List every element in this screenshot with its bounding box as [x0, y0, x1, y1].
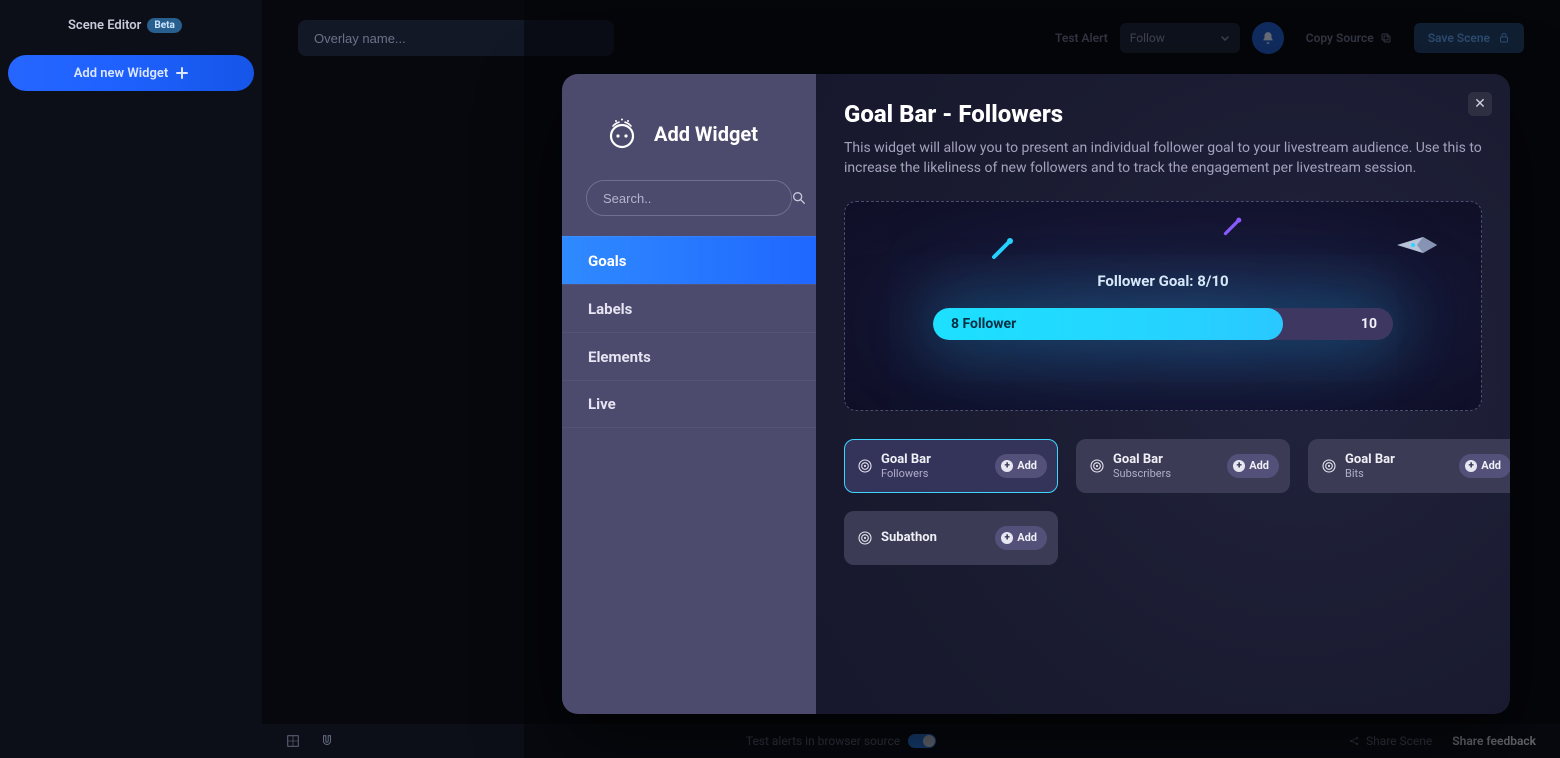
widget-cards: Goal Bar Followers + Add Goal Bar Subscr… — [844, 439, 1482, 565]
plus-icon: + — [1233, 460, 1245, 472]
widget-title: Goal Bar - Followers — [844, 100, 1482, 128]
widget-search-input[interactable] — [601, 190, 781, 207]
add-widget-modal: Add Widget Goals Labels Elements Live — [562, 74, 1510, 714]
test-alert-dropdown-value: Follow — [1130, 31, 1165, 45]
sidebar-item-live[interactable]: Live — [562, 380, 816, 428]
grid-icon[interactable] — [286, 734, 300, 748]
magnet-icon[interactable] — [320, 734, 334, 748]
sidebar-item-labels[interactable]: Labels — [562, 284, 816, 332]
search-icon — [791, 190, 807, 206]
test-alerts-label: Test alerts in browser source — [746, 734, 900, 748]
sidebar-item-label: Elements — [588, 348, 651, 366]
add-new-widget-button[interactable]: Add new Widget — [8, 55, 254, 91]
spaceship-icon — [1395, 232, 1441, 258]
add-widget-button[interactable]: + Add — [995, 526, 1047, 550]
add-new-widget-label: Add new Widget — [74, 66, 169, 81]
plus-icon: + — [1465, 460, 1477, 472]
share-scene-label: Share Scene — [1366, 734, 1432, 748]
card-title: Goal Bar — [881, 452, 987, 467]
add-widget-button[interactable]: + Add — [1459, 454, 1510, 478]
editor-area: Test Alert Follow Copy Source Save Scene — [262, 0, 1560, 758]
add-widget-button[interactable]: + Add — [1227, 454, 1279, 478]
widget-card-subscribers[interactable]: Goal Bar Subscribers + Add — [1076, 439, 1290, 493]
target-icon — [857, 530, 873, 546]
target-icon — [1089, 458, 1105, 474]
plus-icon: + — [1001, 460, 1013, 472]
beta-badge: Beta — [147, 18, 182, 33]
goal-label: Follower Goal: 8/10 — [1097, 272, 1228, 290]
plus-icon: + — [1001, 532, 1013, 544]
copy-source-button[interactable]: Copy Source — [1296, 31, 1402, 45]
add-label: Add — [1481, 459, 1501, 472]
app-logo-icon — [604, 116, 640, 152]
save-scene-label: Save Scene — [1428, 31, 1490, 45]
sidebar-item-elements[interactable]: Elements — [562, 332, 816, 380]
card-subtitle: Followers — [881, 467, 987, 480]
widget-card-subathon[interactable]: Subathon + Add — [844, 511, 1058, 565]
share-icon — [1348, 735, 1360, 747]
card-title: Goal Bar — [1113, 452, 1219, 467]
test-alert-label: Test Alert — [1055, 31, 1108, 45]
widget-search[interactable] — [586, 180, 792, 216]
scene-editor-sidebar: Scene Editor Beta Add new Widget — [0, 0, 262, 758]
test-alert-bell-button[interactable] — [1252, 22, 1284, 54]
close-button[interactable]: ✕ — [1468, 92, 1492, 116]
add-label: Add — [1017, 531, 1037, 544]
bottombar: Test alerts in browser source Share Scen… — [262, 724, 1560, 758]
card-title: Subathon — [881, 530, 987, 545]
lock-icon — [1498, 32, 1510, 44]
close-icon: ✕ — [1474, 96, 1486, 112]
save-scene-button[interactable]: Save Scene — [1414, 23, 1524, 53]
comet-icon — [991, 236, 1015, 260]
comet-icon — [1223, 216, 1243, 236]
plus-icon — [176, 67, 188, 79]
modal-title-add-widget: Add Widget — [654, 122, 758, 146]
share-feedback-button[interactable]: Share feedback — [1452, 734, 1536, 748]
sidebar-item-label: Goals — [588, 252, 626, 270]
overlay-name-input[interactable] — [298, 20, 614, 56]
chevron-down-icon — [1220, 33, 1230, 43]
share-scene-button[interactable]: Share Scene — [1348, 734, 1432, 748]
copy-source-label: Copy Source — [1306, 31, 1374, 45]
widget-card-bits[interactable]: Goal Bar Bits + Add — [1308, 439, 1510, 493]
target-icon — [857, 458, 873, 474]
goal-bar: 8 Follower 10 — [933, 308, 1393, 340]
bell-icon — [1261, 31, 1275, 45]
goal-bar-fill-text: 8 Follower — [951, 316, 1016, 332]
sidebar-item-goals[interactable]: Goals — [562, 236, 816, 284]
sidebar-item-label: Live — [588, 395, 616, 413]
card-subtitle: Subscribers — [1113, 467, 1219, 480]
add-widget-button[interactable]: + Add — [995, 454, 1047, 478]
copy-icon — [1380, 32, 1392, 44]
topbar: Test Alert Follow Copy Source Save Scene — [262, 0, 1560, 56]
widget-description: This widget will allow you to present an… — [844, 138, 1482, 179]
add-label: Add — [1249, 459, 1269, 472]
goal-bar-total: 10 — [1361, 308, 1377, 340]
card-title: Goal Bar — [1345, 452, 1451, 467]
add-label: Add — [1017, 459, 1037, 472]
sidebar-item-label: Labels — [588, 300, 632, 318]
card-subtitle: Bits — [1345, 467, 1451, 480]
target-icon — [1321, 458, 1337, 474]
widget-card-followers[interactable]: Goal Bar Followers + Add — [844, 439, 1058, 493]
goal-bar-fill: 8 Follower — [933, 308, 1283, 340]
test-alert-dropdown[interactable]: Follow — [1120, 23, 1240, 53]
widget-preview: Follower Goal: 8/10 8 Follower 10 — [844, 201, 1482, 411]
modal-sidebar: Add Widget Goals Labels Elements Live — [562, 74, 816, 714]
scene-editor-title: Scene Editor — [68, 18, 141, 33]
test-alerts-toggle[interactable] — [908, 734, 936, 748]
modal-content: ✕ Goal Bar - Followers This widget will … — [816, 74, 1510, 714]
